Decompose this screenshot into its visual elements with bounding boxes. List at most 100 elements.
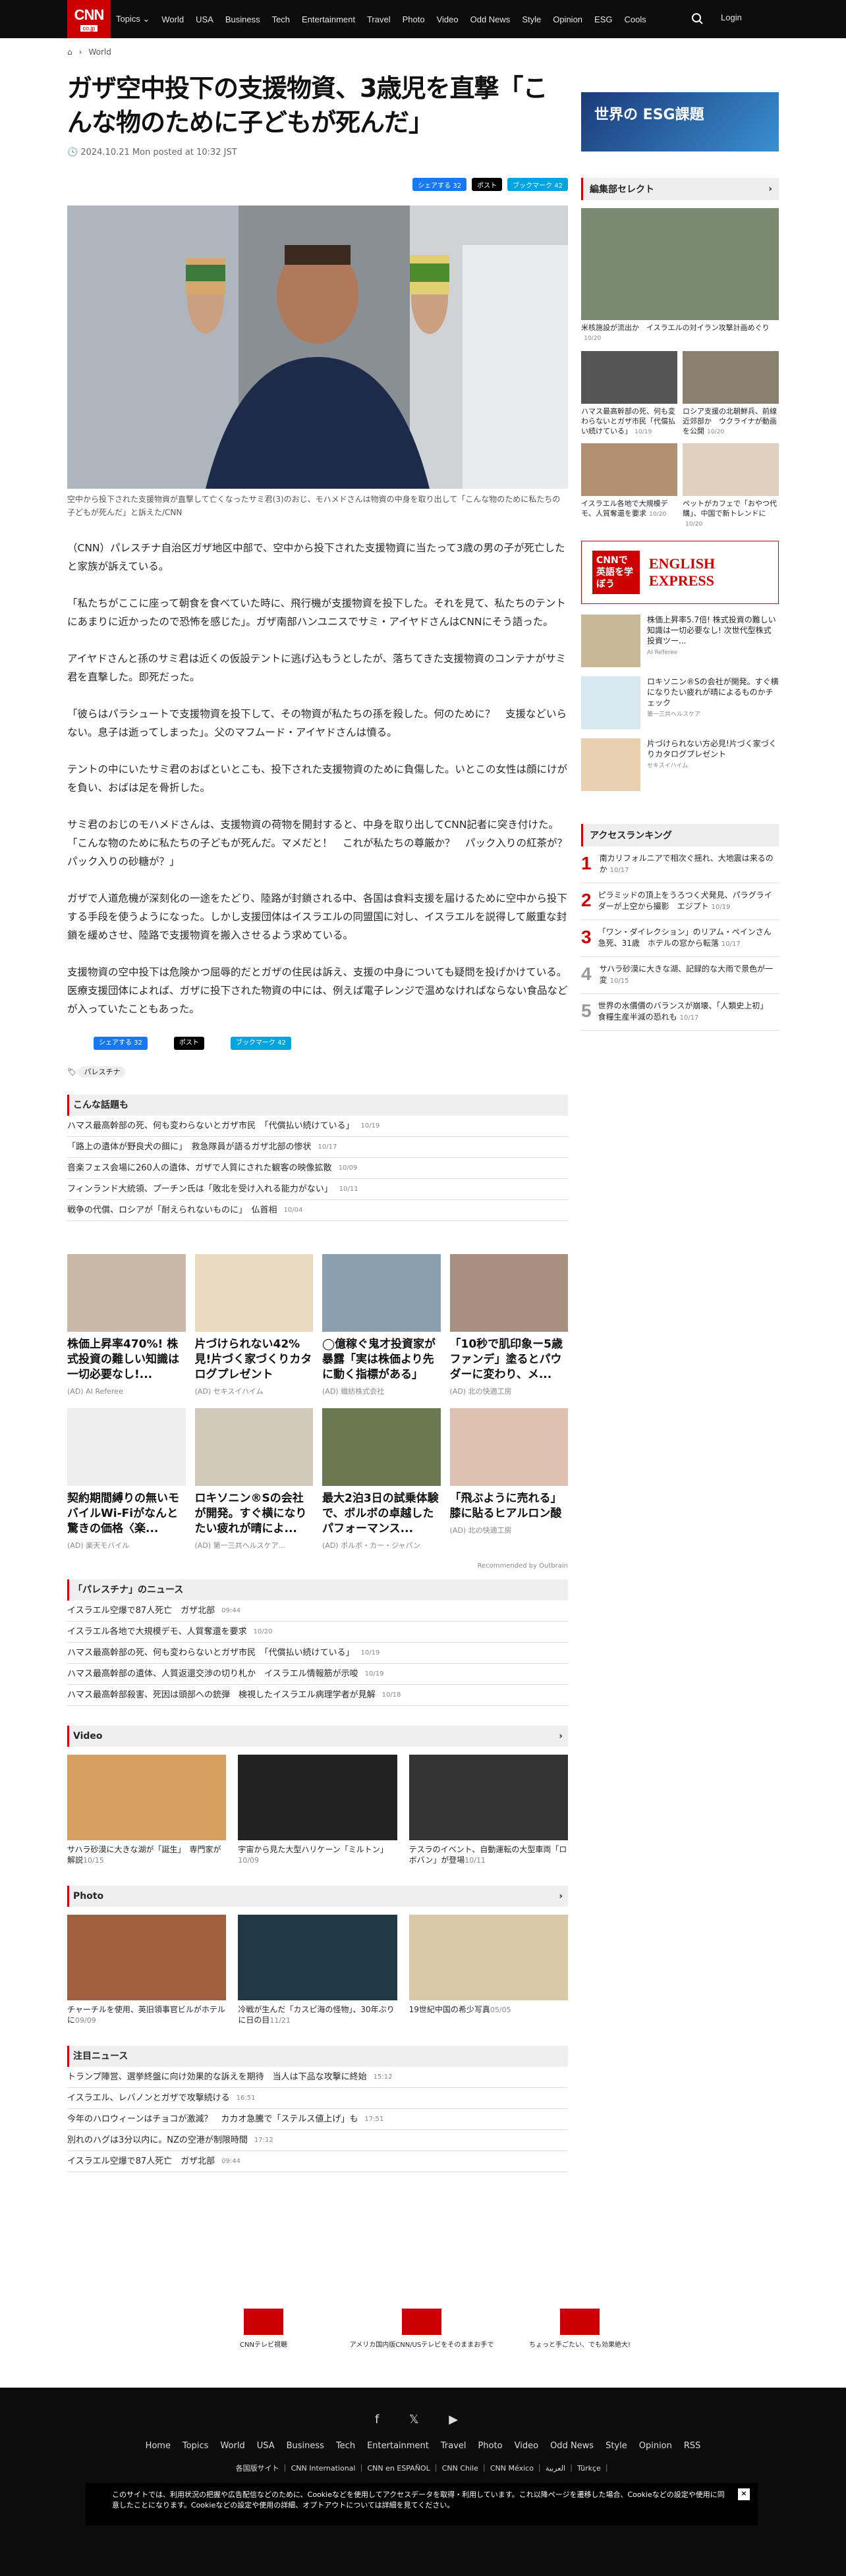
list-item[interactable]: イスラエル、レバノンとガザで攻撃続ける 16:51 [67, 2088, 568, 2109]
footer-link[interactable]: Odd News [550, 2441, 594, 2451]
list-item[interactable]: イスラエル空爆で87人死亡 ガザ北部 09:44 [67, 1601, 568, 1622]
footer-link[interactable]: Tech [336, 2441, 355, 2451]
footer-brand[interactable]: ちょっと手ごたい、でも効果絶大! [507, 2309, 652, 2349]
x-post-button-bottom[interactable]: ポスト [173, 1037, 204, 1050]
list-item[interactable]: ハマス最高幹部の死、何も変わらないとガザ市民 「代償払い続けている」 10/19 [67, 1116, 568, 1137]
list-item[interactable]: 音楽フェス会場に260人の遺体、ガザで人質にされた観客の映像拡散 10/09 [67, 1158, 568, 1179]
list-item[interactable]: ハマス最高幹部殺害、死因は頭部への銃弾 検視したイスラエル病理学者が見解 10/1… [67, 1685, 568, 1706]
ranking-item[interactable]: 5 世界の水價價のバランスが崩壊、「人類史上初」 食糧生産半減の恐れも 10/17 [581, 994, 779, 1031]
video-list: サハラ砂漠に大きな湖が「誕生」 専門家が解説10/15 宇宙から見た大型ハリケーン… [67, 1755, 568, 1866]
footer-link[interactable]: Home [146, 2441, 171, 2451]
nav-item[interactable]: Cools [623, 14, 648, 24]
hatena-bookmark-button[interactable]: ブックマーク 42 [507, 178, 568, 191]
nav-item[interactable]: ESG [593, 14, 613, 24]
media-card[interactable]: 冷戦が生んだ「カスピ海の怪物」、30年ぶりに日の目11/21 [238, 1915, 397, 2026]
ranking-list: 1 南カリフォルニアで相次ぐ揺れ、大地震は来るのか 10/17 2 ピラミッドの頂上をう… [581, 846, 779, 1031]
footer-link[interactable]: USA [257, 2441, 275, 2451]
nav-item[interactable]: Opinion [551, 14, 584, 24]
ranking-item[interactable]: 3 「ワン・ダイレクション」のリアム・ペインさん急死、31歳 ホテルの窓から転落 1… [581, 920, 779, 957]
photo-header[interactable]: Photo › [67, 1886, 568, 1907]
tag-palestine[interactable]: パレスチナ [78, 1066, 126, 1078]
nav-item[interactable]: Odd News [469, 14, 512, 24]
nav-item[interactable]: World [160, 14, 185, 24]
footer-brands: CNNテレビ視聴 アメリカ国内版CNN/USテレビをそのままお手で ちょっと手ごたい… [191, 2309, 652, 2349]
social-icons[interactable]: f 𝕏 ▶ [0, 2413, 846, 2426]
photo-caption: 空中から投下された支援物資が直撃して亡くなったサミ君(3)のおじ、モハメドさんは… [67, 495, 561, 517]
media-card[interactable]: 宇宙から見た大型ハリケーン「ミルトン」10/09 [238, 1755, 397, 1866]
footer-brand[interactable]: CNNテレビ視聴 [191, 2309, 336, 2349]
facebook-share-button-bottom[interactable]: シェアする 32 [94, 1037, 148, 1050]
list-item[interactable]: フィンランド大統領、プーチン氏は「敗北を受け入れる能力がない」 10/11 [67, 1179, 568, 1200]
footer-link[interactable]: Style [606, 2441, 627, 2451]
editor-item[interactable]: イスラエル各地で大規模デモ、人質奪還を要求 10/20 [581, 443, 677, 529]
footer-link[interactable]: Photo [478, 2441, 503, 2451]
footer-link[interactable]: Travel [441, 2441, 466, 2451]
sidebar-ad[interactable]: 株価上昇率5.7倍! 株式投資の難しい知識は一切必要なし! 次世代型株式投資ツー… [581, 615, 779, 667]
ad-card[interactable]: 最大2泊3日の試乗体験で、ボルボの卓越したパフォーマンス... (AD) ボルボ・… [322, 1408, 441, 1553]
close-icon[interactable]: × [738, 2488, 750, 2500]
nav-item[interactable]: Business [224, 14, 262, 24]
footer-link[interactable]: Video [515, 2441, 538, 2451]
footer-brand[interactable]: アメリカ国内版CNN/USテレビをそのままお手で [349, 2309, 494, 2349]
intl-sites[interactable]: 各国版サイト ｜ CNN International ｜ CNN en ESPA… [0, 2463, 846, 2473]
editor-item[interactable]: 米核施設が流出か イスラエルの対イラン攻撃計画めぐり10/20 [581, 208, 779, 343]
nav-item[interactable]: Photo [401, 14, 426, 24]
sidebar-ad[interactable]: 片づけられない方必見!片づく家づくりカタログプレゼント セキスイハイム [581, 738, 779, 791]
footer-link[interactable]: Topics [183, 2441, 208, 2451]
home-icon[interactable]: ⌂ [67, 47, 72, 57]
list-item[interactable]: 別れのハグは3分以内に。NZの空港が制限時間 17:12 [67, 2130, 568, 2151]
login-link[interactable]: Login [721, 13, 742, 22]
ad-card[interactable]: ◯億稼ぐ鬼才投資家が暴露「実は株価より先に動く指標がある」 (AD) 織紡株式会社 [322, 1254, 441, 1399]
media-card[interactable]: テスラのイベント、自動運転の大型車両「ロボバン」が登場10/11 [409, 1755, 568, 1866]
ad-card[interactable]: ロキソニン®Sの会社が開発。すぐ横になりたい疲れが晴によ... (AD) 第一三共… [194, 1408, 313, 1553]
media-card[interactable]: チャーチルを使用、英旧領事官ビルがホテルに09/09 [67, 1915, 227, 2026]
related-header: こんな話題も [67, 1095, 568, 1116]
nav-item[interactable]: Travel [366, 14, 392, 24]
list-item[interactable]: ハマス最高幹部の遺体、人質返還交渉の切り札か イスラエル情報筋が示唆 10/19 [67, 1664, 568, 1685]
editor-item[interactable]: ロシア支援の北朝鮮兵、前線近郊部か ウクライナが動画を公開 10/20 [683, 351, 779, 437]
video-header[interactable]: Video › [67, 1726, 568, 1747]
ad-image [449, 1408, 568, 1486]
ranking-item[interactable]: 2 ピラミッドの頂上をうろつく犬発見、パラグライダーが上空から撮影 エジプト 10/… [581, 883, 779, 920]
nav-item[interactable]: Tech [271, 14, 291, 24]
ad-card[interactable]: 契約期間縛りの無いモバイルWi-Fiがなんと驚きの価格〈楽... (AD) 楽天モ… [67, 1408, 186, 1553]
list-item[interactable]: イスラエル空爆で87人死亡 ガザ北部 09:44 [67, 2151, 568, 2172]
media-card[interactable]: サハラ砂漠に大きな湖が「誕生」 専門家が解説10/15 [67, 1755, 227, 1866]
list-item[interactable]: ハマス最高幹部の死、何も変わらないとガザ市民 「代償払い続けている」 10/19 [67, 1643, 568, 1664]
ad-card[interactable]: 「飛ぶように売れる」膝に貼るヒアルロン酸 (AD) 北の快適工房 [449, 1408, 568, 1553]
footer-link[interactable]: World [220, 2441, 244, 2451]
list-item[interactable]: 戦争の代償、ロシアが「耐えられないものに」 仏首相 10/04 [67, 1200, 568, 1221]
footer-link[interactable]: RSS [684, 2441, 701, 2451]
ad-card[interactable]: 「10秒で肌印象ー5歳ファンデ」塗るとパウダーに変わり、メ... (AD) 北の快… [449, 1254, 568, 1399]
search-icon[interactable] [689, 11, 706, 28]
outbrain-label[interactable]: Recommended by Outbrain [67, 1557, 568, 1576]
editor-select-header[interactable]: 編集部セレクト › [581, 178, 779, 200]
nav-item[interactable]: Topics ⌄ [115, 14, 151, 24]
nav-item[interactable]: Video [436, 14, 460, 24]
list-item[interactable]: 「路上の遺体が野良犬の餌に」 救急隊員が語るガザ北部の惨状 10/17 [67, 1137, 568, 1158]
nav-item[interactable]: Entertainment [300, 14, 356, 24]
list-item[interactable]: トランプ陣営、選挙終盤に向け効果的な訴えを期待 当人は下品な攻撃に終始 15:12 [67, 2067, 568, 2088]
footer-link[interactable]: Opinion [639, 2441, 672, 2451]
ranking-item[interactable]: 1 南カリフォルニアで相次ぐ揺れ、大地震は来るのか 10/17 [581, 846, 779, 883]
x-post-button[interactable]: ポスト [472, 178, 503, 191]
editor-item[interactable]: ハマス最高幹部の死、何も変わらないとガザ市民「代償払い続けている」 10/19 [581, 351, 677, 437]
sidebar-ad[interactable]: ロキソニン®Sの会社が開発。すぐ横になりたい疲れが晴によるものかチェック 第一三共… [581, 676, 779, 729]
footer-link[interactable]: Entertainment [367, 2441, 429, 2451]
ranking-item[interactable]: 4 サハラ砂漠に大きな湖、記録的な大雨で景色が一変 10/15 [581, 957, 779, 994]
footer-link[interactable]: Business [287, 2441, 324, 2451]
list-item[interactable]: イスラエル各地で大規模デモ、人質奪還を要求 10/20 [67, 1622, 568, 1643]
list-item[interactable]: 今年のハロウィーンはチョコが激減？ カカオ急騰で「ステルス値上げ」も 17:51 [67, 2109, 568, 2130]
nav-item[interactable]: Style [521, 14, 542, 24]
ad-card[interactable]: 片づけられない42% 見!片づく家づくりカタログプレゼント (AD) セキスイハイ… [194, 1254, 313, 1399]
cnn-logo[interactable]: CNN co.jp [67, 0, 111, 38]
editor-item[interactable]: ペットがカフェで「おやつ代購」、中国で新トレンドに10/20 [683, 443, 779, 529]
ad-card[interactable]: 株価上昇率470%! 株式投資の難しい知識は一切必要なし!... (AD) AI … [67, 1254, 186, 1399]
media-card[interactable]: 19世紀中国の希少写真05/05 [409, 1915, 568, 2026]
esg-banner[interactable]: 世界の ESG課題 [581, 92, 779, 151]
facebook-share-button[interactable]: シェアする 32 [412, 178, 467, 191]
english-express-banner[interactable]: CNNで 英語を学ぼう ENGLISH EXPRESS [581, 541, 779, 604]
chevron-right-icon: › [768, 184, 772, 194]
nav-item[interactable]: USA [194, 14, 215, 24]
hatena-bookmark-button-bottom[interactable]: ブックマーク 42 [230, 1037, 291, 1050]
